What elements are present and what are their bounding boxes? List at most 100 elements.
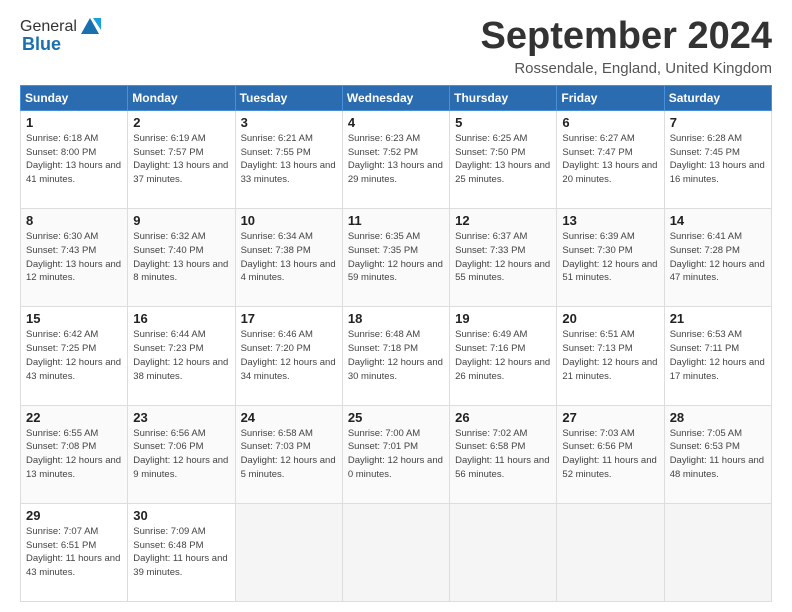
calendar-header-friday: Friday	[557, 85, 664, 110]
day-number: 28	[670, 410, 766, 425]
day-info: Sunrise: 6:56 AMSunset: 7:06 PMDaylight:…	[133, 427, 229, 482]
table-row: 4Sunrise: 6:23 AMSunset: 7:52 PMDaylight…	[342, 110, 449, 208]
table-row: 23 Sunrise: 6:56 AMSunset: 7:06 PMDayligh…	[128, 405, 235, 503]
table-row: 11 Sunrise: 6:35 AMSunset: 7:35 PMDayligh…	[342, 209, 449, 307]
calendar-week-row: 15Sunrise: 6:42 AMSunset: 7:25 PMDayligh…	[21, 307, 772, 405]
day-info: Sunrise: 6:49 AMSunset: 7:16 PMDaylight:…	[455, 328, 551, 383]
table-row: 28 Sunrise: 7:05 AMSunset: 6:53 PMDayligh…	[664, 405, 771, 503]
logo-text-blue: Blue	[22, 34, 61, 55]
calendar-header-monday: Monday	[128, 85, 235, 110]
day-number: 2	[133, 115, 229, 130]
day-info: Sunrise: 6:27 AMSunset: 7:47 PMDaylight:…	[562, 132, 658, 187]
table-row	[235, 503, 342, 601]
day-info: Sunrise: 6:58 AMSunset: 7:03 PMDaylight:…	[241, 427, 337, 482]
calendar-header-saturday: Saturday	[664, 85, 771, 110]
day-info: Sunrise: 6:37 AMSunset: 7:33 PMDaylight:…	[455, 230, 551, 285]
day-number: 27	[562, 410, 658, 425]
table-row: 2 Sunrise: 6:19 AMSunset: 7:57 PMDaylight…	[128, 110, 235, 208]
day-number: 11	[348, 213, 444, 228]
day-info: Sunrise: 6:18 AMSunset: 8:00 PMDaylight:…	[26, 132, 122, 187]
day-number: 6	[562, 115, 658, 130]
day-info: Sunrise: 6:46 AMSunset: 7:20 PMDaylight:…	[241, 328, 337, 383]
table-row: 3 Sunrise: 6:21 AMSunset: 7:55 PMDaylight…	[235, 110, 342, 208]
table-row: 5Sunrise: 6:25 AMSunset: 7:50 PMDaylight…	[450, 110, 557, 208]
month-title: September 2024	[481, 16, 773, 58]
table-row: 21 Sunrise: 6:53 AMSunset: 7:11 PMDayligh…	[664, 307, 771, 405]
day-number: 3	[241, 115, 337, 130]
day-number: 24	[241, 410, 337, 425]
table-row: 7 Sunrise: 6:28 AMSunset: 7:45 PMDaylight…	[664, 110, 771, 208]
table-row: 30 Sunrise: 7:09 AMSunset: 6:48 PMDayligh…	[128, 503, 235, 601]
calendar-header-row: SundayMondayTuesdayWednesdayThursdayFrid…	[21, 85, 772, 110]
calendar-week-row: 29Sunrise: 7:07 AMSunset: 6:51 PMDayligh…	[21, 503, 772, 601]
table-row: 26Sunrise: 7:02 AMSunset: 6:58 PMDayligh…	[450, 405, 557, 503]
table-row: 15Sunrise: 6:42 AMSunset: 7:25 PMDayligh…	[21, 307, 128, 405]
day-number: 14	[670, 213, 766, 228]
location: Rossendale, England, United Kingdom	[481, 60, 773, 77]
day-info: Sunrise: 6:21 AMSunset: 7:55 PMDaylight:…	[241, 132, 337, 187]
day-info: Sunrise: 7:03 AMSunset: 6:56 PMDaylight:…	[562, 427, 658, 482]
calendar-table: SundayMondayTuesdayWednesdayThursdayFrid…	[20, 85, 772, 602]
day-number: 12	[455, 213, 551, 228]
day-info: Sunrise: 6:48 AMSunset: 7:18 PMDaylight:…	[348, 328, 444, 383]
day-info: Sunrise: 6:41 AMSunset: 7:28 PMDaylight:…	[670, 230, 766, 285]
day-number: 7	[670, 115, 766, 130]
day-info: Sunrise: 6:44 AMSunset: 7:23 PMDaylight:…	[133, 328, 229, 383]
table-row: 10Sunrise: 6:34 AMSunset: 7:38 PMDayligh…	[235, 209, 342, 307]
day-info: Sunrise: 7:09 AMSunset: 6:48 PMDaylight:…	[133, 525, 229, 580]
day-number: 30	[133, 508, 229, 523]
table-row: 16 Sunrise: 6:44 AMSunset: 7:23 PMDayligh…	[128, 307, 235, 405]
day-number: 20	[562, 311, 658, 326]
table-row: 14 Sunrise: 6:41 AMSunset: 7:28 PMDayligh…	[664, 209, 771, 307]
table-row: 9 Sunrise: 6:32 AMSunset: 7:40 PMDaylight…	[128, 209, 235, 307]
day-number: 22	[26, 410, 122, 425]
table-row	[450, 503, 557, 601]
table-row: 27 Sunrise: 7:03 AMSunset: 6:56 PMDayligh…	[557, 405, 664, 503]
table-row: 22 Sunrise: 6:55 AMSunset: 7:08 PMDayligh…	[21, 405, 128, 503]
table-row: 29Sunrise: 7:07 AMSunset: 6:51 PMDayligh…	[21, 503, 128, 601]
table-row	[342, 503, 449, 601]
day-number: 5	[455, 115, 551, 130]
day-number: 25	[348, 410, 444, 425]
day-info: Sunrise: 6:28 AMSunset: 7:45 PMDaylight:…	[670, 132, 766, 187]
table-row	[664, 503, 771, 601]
table-row: 1 Sunrise: 6:18 AMSunset: 8:00 PMDaylight…	[21, 110, 128, 208]
day-number: 19	[455, 311, 551, 326]
day-number: 16	[133, 311, 229, 326]
day-info: Sunrise: 6:19 AMSunset: 7:57 PMDaylight:…	[133, 132, 229, 187]
table-row: 13Sunrise: 6:39 AMSunset: 7:30 PMDayligh…	[557, 209, 664, 307]
day-number: 10	[241, 213, 337, 228]
day-number: 1	[26, 115, 122, 130]
calendar-header-thursday: Thursday	[450, 85, 557, 110]
table-row: 17 Sunrise: 6:46 AMSunset: 7:20 PMDayligh…	[235, 307, 342, 405]
table-row: 6 Sunrise: 6:27 AMSunset: 7:47 PMDaylight…	[557, 110, 664, 208]
day-info: Sunrise: 6:53 AMSunset: 7:11 PMDaylight:…	[670, 328, 766, 383]
day-info: Sunrise: 6:35 AMSunset: 7:35 PMDaylight:…	[348, 230, 444, 285]
day-info: Sunrise: 7:00 AMSunset: 7:01 PMDaylight:…	[348, 427, 444, 482]
logo-icon	[79, 16, 101, 38]
day-info: Sunrise: 6:32 AMSunset: 7:40 PMDaylight:…	[133, 230, 229, 285]
day-number: 8	[26, 213, 122, 228]
table-row: 8 Sunrise: 6:30 AMSunset: 7:43 PMDaylight…	[21, 209, 128, 307]
day-info: Sunrise: 7:05 AMSunset: 6:53 PMDaylight:…	[670, 427, 766, 482]
day-number: 15	[26, 311, 122, 326]
header: General Blue September 2024 Rossendale, …	[20, 16, 772, 77]
calendar-week-row: 8 Sunrise: 6:30 AMSunset: 7:43 PMDaylight…	[21, 209, 772, 307]
day-number: 23	[133, 410, 229, 425]
day-info: Sunrise: 6:55 AMSunset: 7:08 PMDaylight:…	[26, 427, 122, 482]
day-info: Sunrise: 6:30 AMSunset: 7:43 PMDaylight:…	[26, 230, 122, 285]
calendar-week-row: 22 Sunrise: 6:55 AMSunset: 7:08 PMDayligh…	[21, 405, 772, 503]
calendar-header-wednesday: Wednesday	[342, 85, 449, 110]
day-number: 9	[133, 213, 229, 228]
calendar-header-sunday: Sunday	[21, 85, 128, 110]
day-number: 17	[241, 311, 337, 326]
day-number: 29	[26, 508, 122, 523]
day-info: Sunrise: 6:23 AMSunset: 7:52 PMDaylight:…	[348, 132, 444, 187]
table-row: 20 Sunrise: 6:51 AMSunset: 7:13 PMDayligh…	[557, 307, 664, 405]
day-number: 21	[670, 311, 766, 326]
day-number: 18	[348, 311, 444, 326]
day-info: Sunrise: 6:39 AMSunset: 7:30 PMDaylight:…	[562, 230, 658, 285]
table-row: 19 Sunrise: 6:49 AMSunset: 7:16 PMDayligh…	[450, 307, 557, 405]
day-info: Sunrise: 6:51 AMSunset: 7:13 PMDaylight:…	[562, 328, 658, 383]
title-block: September 2024 Rossendale, England, Unit…	[481, 16, 773, 77]
